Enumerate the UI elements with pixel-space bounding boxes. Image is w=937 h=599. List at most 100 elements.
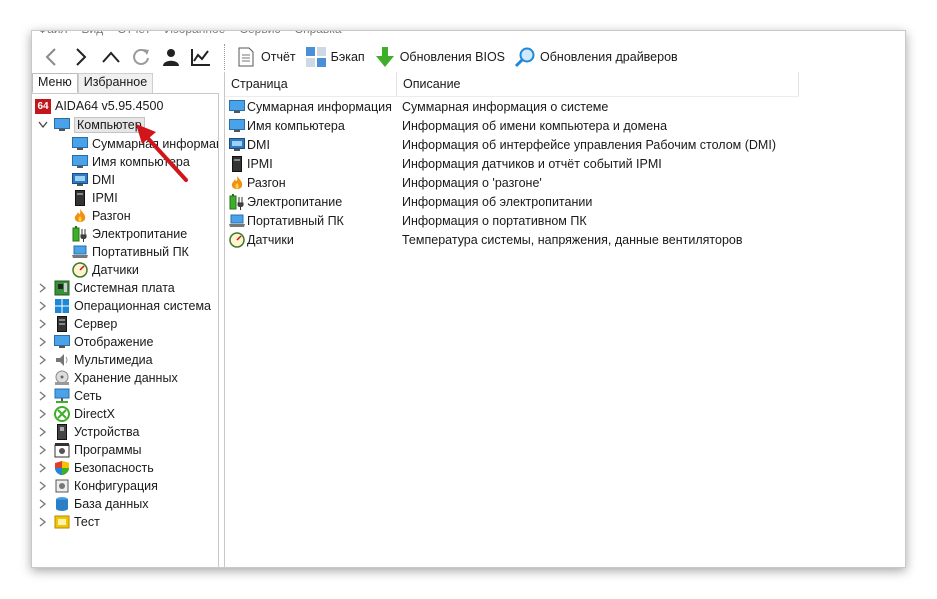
report-label: Отчёт <box>261 50 296 64</box>
tree-item-display[interactable]: Отображение <box>38 333 153 351</box>
tab-menu[interactable]: Меню <box>32 73 78 93</box>
chevron-right-icon[interactable] <box>38 283 48 293</box>
tree-item-dmi[interactable]: DMI <box>72 171 115 189</box>
chevron-right-icon[interactable] <box>38 481 48 491</box>
column-header-description[interactable]: Описание <box>397 72 799 96</box>
tree-item-label: База данных <box>74 497 149 511</box>
tree-item-directx[interactable]: DirectX <box>38 405 115 423</box>
toolbar-separator <box>224 44 225 70</box>
tree-item-label: Безопасность <box>74 461 154 475</box>
tree-item-sensors[interactable]: Датчики <box>72 261 139 279</box>
bios-update-button[interactable]: Обновления BIOS <box>372 42 512 72</box>
benchmark-icon <box>54 514 70 530</box>
battery-icon <box>72 226 88 242</box>
menu-service[interactable]: Сервис <box>239 31 280 38</box>
list-item-page: IPMI <box>247 156 273 171</box>
list-item[interactable]: DMI Информация об интерфейсе управления … <box>225 135 776 154</box>
tree-item-programs[interactable]: Программы <box>38 441 142 459</box>
chart-button[interactable] <box>186 42 216 72</box>
chevron-right-icon[interactable] <box>38 319 48 329</box>
device-icon <box>54 424 70 440</box>
chevron-right-icon[interactable] <box>38 391 48 401</box>
chevron-right-icon[interactable] <box>38 355 48 365</box>
chevron-right-icon[interactable] <box>38 445 48 455</box>
chevron-right-icon[interactable] <box>38 427 48 437</box>
list-item[interactable]: Портативный ПК Информация о портативном … <box>225 211 587 230</box>
menu-view[interactable]: Вид <box>82 31 104 38</box>
tree-item-ipmi[interactable]: IPMI <box>72 189 118 207</box>
tree-item-configuration[interactable]: Конфигурация <box>38 477 158 495</box>
tree-item-motherboard[interactable]: Системная плата <box>38 279 175 297</box>
tree-item-power[interactable]: Электропитание <box>72 225 187 243</box>
tree-item-devices[interactable]: Устройства <box>38 423 139 441</box>
backup-icon <box>305 46 327 68</box>
refresh-icon <box>133 49 149 65</box>
chevron-right-icon[interactable] <box>38 337 48 347</box>
tree-item-computer[interactable]: Компьютер <box>38 116 145 134</box>
shield-icon <box>54 460 70 476</box>
bios-update-label: Обновления BIOS <box>399 50 506 64</box>
list-item[interactable]: Электропитание Информация об электропита… <box>225 192 592 211</box>
list-item-description: Информация об интерфейсе управления Рабо… <box>402 137 776 152</box>
list-item[interactable]: IPMI Информация датчиков и отчёт событий… <box>225 154 662 173</box>
left-tabs: Меню Избранное <box>32 73 218 93</box>
menu-file[interactable]: Файл <box>38 31 68 38</box>
list-item[interactable]: Имя компьютера Информация об имени компь… <box>225 116 667 135</box>
list-item-page: Портативный ПК <box>247 213 344 228</box>
tree-item-storage[interactable]: Хранение данных <box>38 369 178 387</box>
network-icon <box>54 388 70 404</box>
up-button[interactable] <box>96 42 126 72</box>
list-item[interactable]: Датчики Температура системы, напряжения,… <box>225 230 743 249</box>
tree-item-security[interactable]: Безопасность <box>38 459 154 477</box>
chevron-right-icon[interactable] <box>38 409 48 419</box>
tree-item-os[interactable]: Операционная система <box>38 297 211 315</box>
menu-report[interactable]: Отчёт <box>117 31 150 38</box>
list-item-description: Информация о 'разгоне' <box>402 175 542 190</box>
tree-item-label: Сеть <box>74 389 102 403</box>
chevron-right-icon[interactable] <box>38 373 48 383</box>
chevron-right-icon[interactable] <box>38 499 48 509</box>
tree-item-multimedia[interactable]: Мультимедиа <box>38 351 153 369</box>
report-button[interactable]: Отчёт <box>233 42 303 72</box>
chevron-down-icon[interactable] <box>38 120 48 130</box>
gauge-icon <box>229 231 245 248</box>
tree-item-label: Мультимедиа <box>74 353 153 367</box>
chevron-right-icon[interactable] <box>38 301 48 311</box>
tree-item-label: Сервер <box>74 317 118 331</box>
tree-item-network[interactable]: Сеть <box>38 387 102 405</box>
backup-button[interactable]: Бэкап <box>303 42 372 72</box>
chevron-right-icon[interactable] <box>38 517 48 527</box>
back-button[interactable] <box>36 42 66 72</box>
tree-item-database[interactable]: База данных <box>38 495 148 513</box>
list-item-description: Информация о портативном ПК <box>402 213 587 228</box>
tree-root-label: AIDA64 v5.95.4500 <box>55 99 164 113</box>
disk-icon <box>54 370 70 386</box>
menu-favorites[interactable]: Избранное <box>165 31 226 38</box>
user-button[interactable] <box>156 42 186 72</box>
chevron-right-icon[interactable] <box>38 463 48 473</box>
column-header-page[interactable]: Страница <box>225 72 397 96</box>
ipmi-icon <box>229 155 245 172</box>
chevron-right-icon <box>76 48 87 66</box>
tree-item-server[interactable]: Сервер <box>38 315 117 333</box>
tree-root[interactable]: 64 AIDA64 v5.95.4500 <box>35 97 163 115</box>
list-item-page: Электропитание <box>247 194 343 209</box>
forward-button[interactable] <box>66 42 96 72</box>
tab-favorites[interactable]: Избранное <box>77 73 154 93</box>
list-item[interactable]: Суммарная информация Суммарная информаци… <box>225 97 608 116</box>
aida64-window: Файл Вид Отчёт Избранное Сервис Справка <box>31 30 906 568</box>
menu-help[interactable]: Справка <box>294 31 341 38</box>
tree-item-laptop[interactable]: Портативный ПК <box>72 243 189 261</box>
list-item-description: Информация датчиков и отчёт событий IPMI <box>402 156 662 171</box>
tree-item-overclock[interactable]: Разгон <box>72 207 131 225</box>
document-icon <box>235 46 257 68</box>
motherboard-icon <box>54 280 70 296</box>
download-arrow-icon <box>374 46 396 68</box>
driver-update-button[interactable]: Обновления драйверов <box>512 42 685 72</box>
refresh-button[interactable] <box>126 42 156 72</box>
fire-icon <box>72 208 88 224</box>
tree-item-benchmark[interactable]: Тест <box>38 513 100 531</box>
tree-item-label: Операционная система <box>74 299 212 313</box>
programs-icon <box>54 442 70 458</box>
list-item[interactable]: Разгон Информация о 'разгоне' <box>225 173 542 192</box>
